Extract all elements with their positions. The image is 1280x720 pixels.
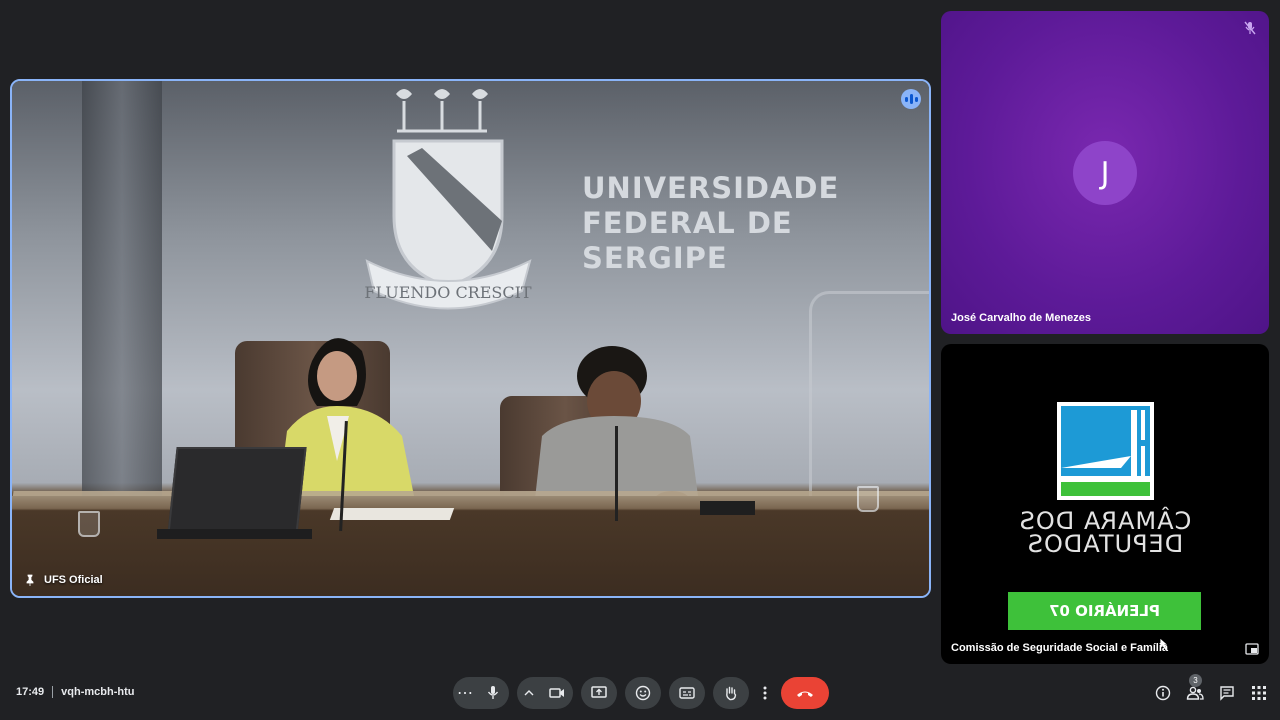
participant-name: UFS Oficial — [44, 574, 103, 586]
speaking-indicator-icon — [901, 89, 921, 109]
leave-call-button[interactable] — [781, 677, 829, 709]
avatar: J — [1073, 141, 1137, 205]
video-camera-icon — [549, 688, 564, 698]
activities-button[interactable] — [1250, 682, 1268, 704]
people-button[interactable]: 3 — [1186, 674, 1204, 704]
meeting-info: 17:49 vqh-mcbh-htu — [16, 686, 134, 698]
tile-name-label: UFS Oficial — [24, 574, 103, 586]
mic-control-group: ⋯ — [453, 677, 509, 709]
microphone-right — [615, 426, 618, 521]
hang-up-icon — [797, 691, 813, 697]
chevron-up-icon — [524, 690, 534, 696]
microphone-icon — [487, 686, 499, 699]
microphone-button[interactable] — [477, 677, 509, 709]
right-toolbar: 3 — [1154, 674, 1268, 704]
chat-icon — [1220, 686, 1234, 701]
meeting-details-button[interactable] — [1154, 682, 1172, 704]
mic-muted-icon — [1241, 19, 1259, 37]
divider — [52, 686, 54, 698]
pin-icon — [26, 574, 34, 586]
meeting-code: vqh-mcbh-htu — [61, 686, 135, 698]
captions-icon — [679, 687, 695, 699]
hand-icon — [726, 686, 737, 701]
meeting-time: 17:49 — [16, 686, 45, 698]
present-screen-button[interactable] — [581, 677, 617, 709]
camera-control-group — [517, 677, 573, 709]
main-video-tile[interactable]: FLUENDO CRESCIT UNIVERSIDADE FEDERAL DE … — [10, 79, 931, 598]
chat-button[interactable] — [1218, 682, 1236, 704]
participant-name: Comissão de Seguridade Social e Família — [951, 642, 1169, 654]
picture-in-picture-icon[interactable] — [1245, 643, 1259, 655]
emoji-icon — [635, 685, 651, 701]
water-glass — [78, 511, 100, 537]
svg-text:FLUENDO CRESCIT: FLUENDO CRESCIT — [364, 283, 532, 302]
raise-hand-button[interactable] — [713, 677, 749, 709]
bottom-control-bar: 17:49 vqh-mcbh-htu ⋯ 3 — [0, 672, 1280, 716]
notebook — [700, 501, 755, 515]
people-icon — [1186, 686, 1204, 700]
plenario-banner: PLENÁRIO 07 — [1008, 592, 1201, 630]
reactions-button[interactable] — [625, 677, 661, 709]
glass-panel — [809, 291, 929, 501]
wall-pillar — [82, 81, 162, 511]
info-icon — [1155, 685, 1171, 701]
participant-tile-camara[interactable]: CÂMARA DOS DEPUTADOS PLENÁRIO 07 Comissã… — [941, 344, 1269, 664]
apps-grid-icon — [1252, 686, 1266, 700]
more-options-button[interactable] — [757, 677, 773, 709]
present-icon — [591, 686, 607, 698]
more-vert-icon — [763, 686, 767, 700]
wall-lettering: UNIVERSIDADE FEDERAL DE SERGIPE — [582, 171, 840, 275]
camara-logo — [1057, 402, 1154, 500]
meet-window: FLUENDO CRESCIT UNIVERSIDADE FEDERAL DE … — [0, 0, 1280, 720]
desk-front — [12, 496, 929, 596]
laptop — [167, 447, 307, 535]
water-glass — [857, 486, 879, 512]
laptop-base — [157, 529, 312, 539]
more-audio-options-button[interactable]: ⋯ — [453, 677, 477, 709]
university-crest: FLUENDO CRESCIT — [364, 89, 532, 310]
papers — [329, 508, 455, 520]
call-controls: ⋯ — [453, 677, 829, 709]
camera-button[interactable] — [541, 677, 573, 709]
participant-tile-jose[interactable]: J José Carvalho de Menezes — [941, 11, 1269, 334]
captions-button[interactable] — [669, 677, 705, 709]
camara-name-text: CÂMARA DOS DEPUTADOS — [1018, 507, 1192, 558]
camera-options-button[interactable] — [517, 677, 541, 709]
participant-name: José Carvalho de Menezes — [951, 312, 1092, 324]
people-count-badge: 3 — [1189, 674, 1202, 687]
